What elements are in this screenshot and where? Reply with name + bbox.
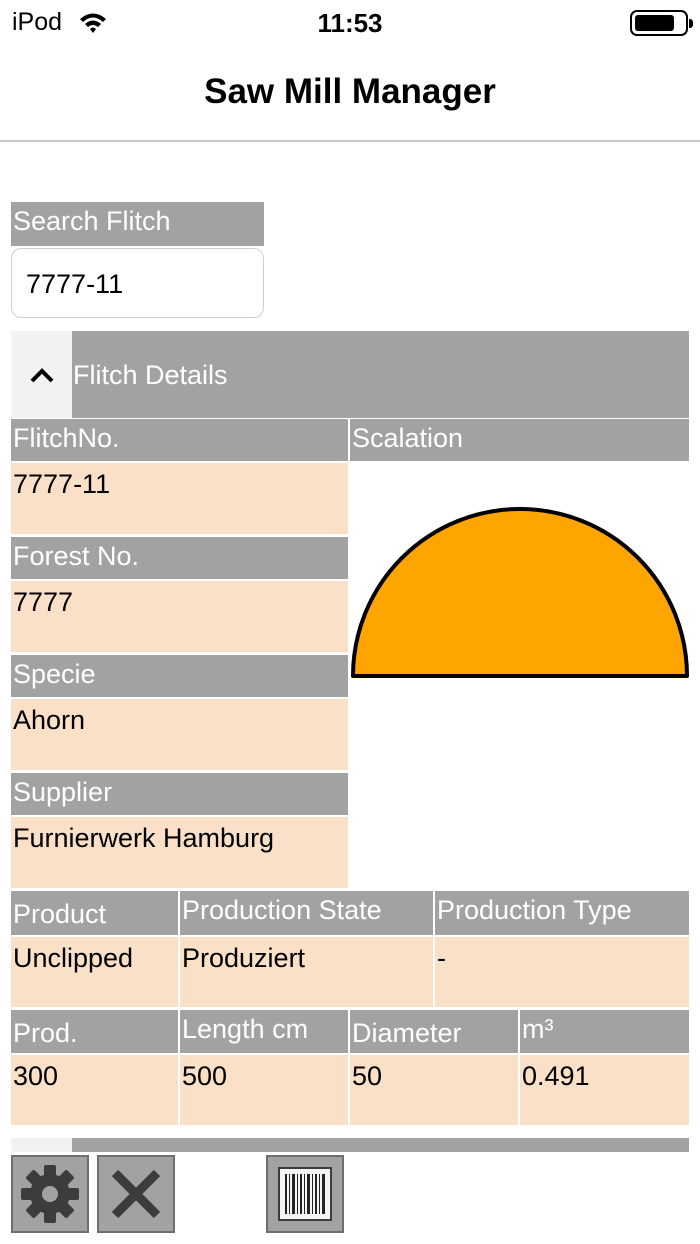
product-label: Product	[11, 891, 178, 935]
close-icon	[111, 1169, 161, 1219]
scan-button[interactable]	[266, 1155, 344, 1233]
prod-value: 300	[11, 1055, 178, 1125]
prod-label: Prod.	[11, 1010, 178, 1053]
volume-label: m³	[520, 1010, 689, 1053]
scalation-view	[350, 462, 690, 888]
battery-icon	[630, 10, 693, 36]
scalation-shape	[351, 507, 689, 678]
barcode-icon	[278, 1167, 332, 1221]
product-value: Unclipped	[11, 937, 178, 1007]
gear-icon	[21, 1165, 79, 1223]
search-input[interactable]: 7777-11	[11, 248, 264, 318]
page-title: Saw Mill Manager	[204, 72, 496, 111]
flitch-no-label: FlitchNo.	[11, 419, 348, 461]
production-state-value: Produziert	[180, 937, 433, 1007]
chevron-up-icon	[30, 367, 53, 382]
volume-value: 0.491	[520, 1055, 689, 1125]
next-section-header[interactable]	[72, 1138, 689, 1152]
length-label: Length cm	[180, 1010, 348, 1053]
clear-button[interactable]	[97, 1155, 175, 1233]
supplier-value: Furnierwerk Hamburg	[11, 817, 348, 888]
forest-no-value: 7777	[11, 581, 348, 652]
section-title: Flitch Details	[73, 360, 228, 390]
production-type-value: -	[435, 937, 689, 1007]
diameter-label: Diameter	[350, 1010, 518, 1053]
next-section-collapse[interactable]	[11, 1138, 72, 1152]
production-type-label: Production Type	[435, 891, 689, 935]
flitch-no-value: 7777-11	[11, 463, 348, 534]
collapse-button[interactable]	[11, 331, 72, 418]
scalation-label: Scalation	[350, 419, 689, 461]
specie-label: Specie	[11, 655, 348, 697]
nav-divider	[0, 140, 700, 142]
search-label: Search Flitch	[11, 202, 264, 246]
forest-no-label: Forest No.	[11, 537, 348, 579]
diameter-value: 50	[350, 1055, 518, 1125]
length-value: 500	[180, 1055, 348, 1125]
settings-button[interactable]	[11, 1155, 89, 1233]
production-state-label: Production State	[180, 891, 433, 935]
supplier-label: Supplier	[11, 773, 348, 815]
specie-value: Ahorn	[11, 699, 348, 770]
status-time: 11:53	[317, 8, 383, 38]
